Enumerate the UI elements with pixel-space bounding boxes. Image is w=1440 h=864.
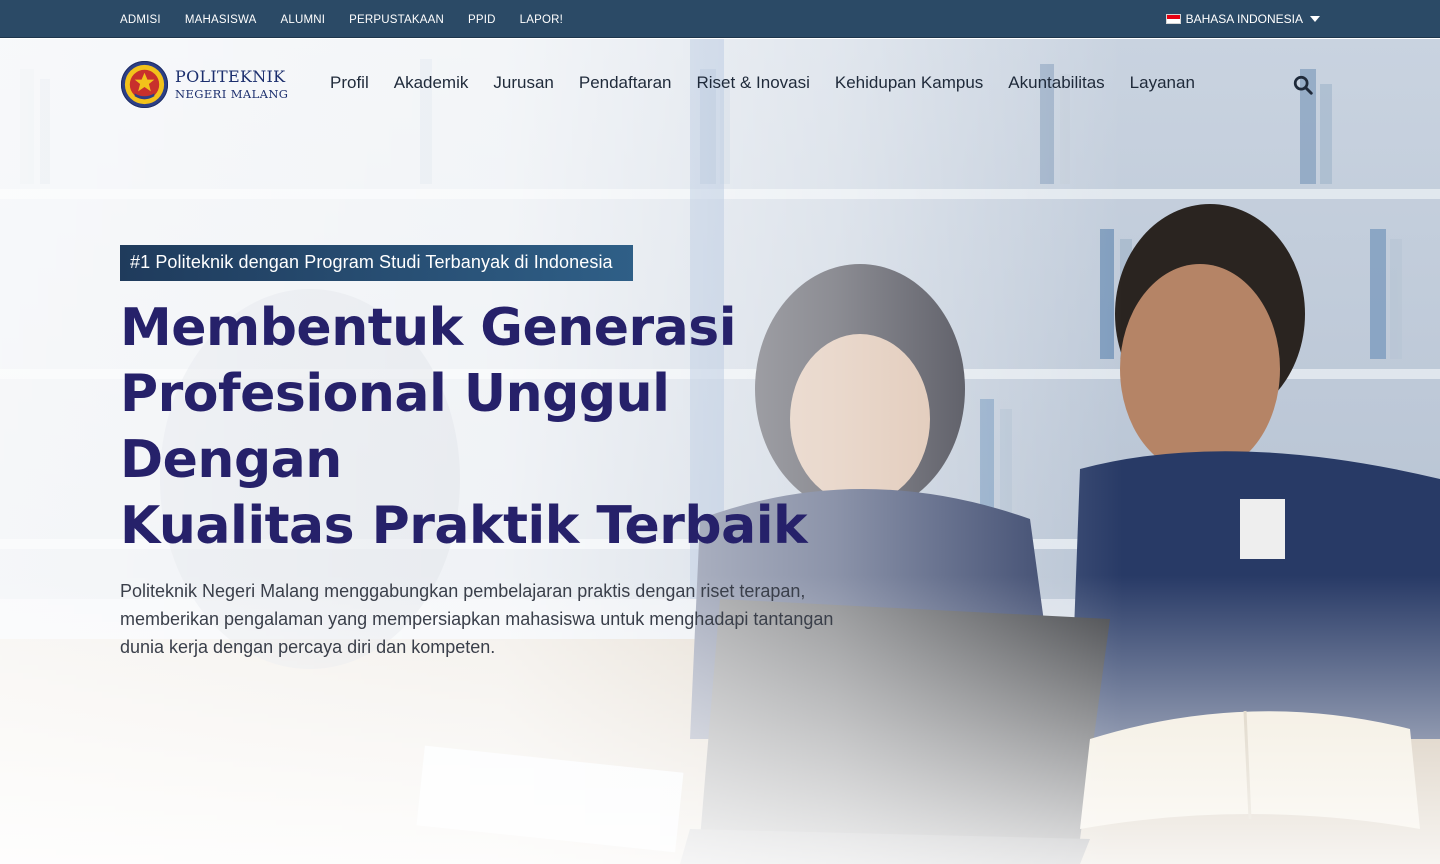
hero-title-line-2: Profesional Unggul Dengan <box>120 364 670 490</box>
utility-links: ADMISI MAHASISWA ALUMNI PERPUSTAKAAN PPI… <box>120 0 563 38</box>
hero-title-line-1: Membentuk Generasi <box>120 298 737 358</box>
language-label: BAHASA INDONESIA <box>1185 12 1303 26</box>
nav-item-akademik[interactable]: Akademik <box>394 73 469 92</box>
utility-link-lapor[interactable]: LAPOR! <box>520 14 563 26</box>
nav-item-profil[interactable]: Profil <box>330 73 369 92</box>
utility-link-perpustakaan[interactable]: PERPUSTAKAAN <box>349 14 444 26</box>
utility-link-alumni[interactable]: ALUMNI <box>281 14 326 26</box>
utility-link-mahasiswa[interactable]: MAHASISWA <box>185 14 257 26</box>
nav-item-riset-inovasi[interactable]: Riset & Inovasi <box>697 73 810 92</box>
hero-title-line-3: Kualitas Praktik Terbaik <box>120 496 808 556</box>
top-utility-bar: ADMISI MAHASISWA ALUMNI PERPUSTAKAAN PPI… <box>0 0 1440 38</box>
utility-link-ppid[interactable]: PPID <box>468 14 496 26</box>
hero-description: Politeknik Negeri Malang menggabungkan p… <box>120 581 834 657</box>
nav-item-pendaftaran[interactable]: Pendaftaran <box>579 73 672 92</box>
utility-link-admisi[interactable]: ADMISI <box>120 14 161 26</box>
nav-item-akuntabilitas[interactable]: Akuntabilitas <box>1008 73 1104 92</box>
polinema-emblem-icon <box>120 60 169 109</box>
hero-badge: #1 Politeknik dengan Program Studi Terba… <box>120 245 633 281</box>
caret-down-icon <box>1310 16 1320 22</box>
nav-item-layanan[interactable]: Layanan <box>1130 73 1195 92</box>
brand-logo-link[interactable]: POLITEKNIK NEGERI MALANG <box>120 60 288 109</box>
indonesia-flag-icon <box>1165 14 1181 24</box>
brand-name: POLITEKNIK NEGERI MALANG <box>175 67 289 101</box>
hero-title: Membentuk Generasi Profesional Unggul De… <box>120 295 900 559</box>
brand-line1: POLITEKNIK <box>175 67 286 87</box>
main-navigation: POLITEKNIK NEGERI MALANG Profil Akademik… <box>0 39 1440 133</box>
nav-item-kehidupan-kampus[interactable]: Kehidupan Kampus <box>835 73 983 92</box>
page: ADMISI MAHASISWA ALUMNI PERPUSTAKAAN PPI… <box>0 0 1440 864</box>
search-icon[interactable] <box>1292 74 1314 96</box>
nav-item-jurusan[interactable]: Jurusan <box>493 73 553 92</box>
primary-nav-list: Profil Akademik Jurusan Pendaftaran Rise… <box>330 73 1195 93</box>
hero-content: #1 Politeknik dengan Program Studi Terba… <box>120 245 900 661</box>
brand-line2: NEGERI MALANG <box>175 86 289 101</box>
language-switcher[interactable]: BAHASA INDONESIA <box>1165 0 1320 38</box>
